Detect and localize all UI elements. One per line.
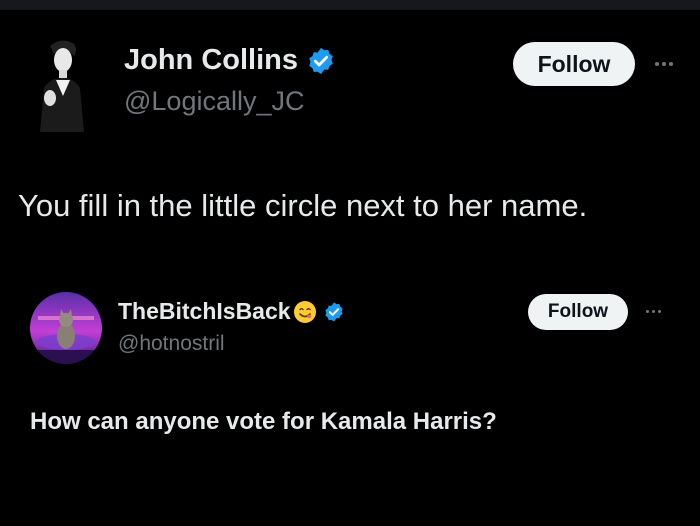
quoted-author-name-text: TheBitchIsBack: [118, 298, 291, 324]
author-handle[interactable]: @Logically_JC: [124, 86, 304, 117]
post-text: You fill in the little circle next to he…: [18, 188, 588, 223]
author-name-text: John Collins: [124, 44, 298, 76]
follow-button[interactable]: Follow: [513, 42, 635, 86]
top-edge-bar: [0, 0, 700, 10]
quoted-follow-button[interactable]: Follow: [528, 294, 628, 330]
quoted-author-name[interactable]: TheBitchIsBack: [118, 298, 345, 325]
author-name[interactable]: John Collins: [124, 44, 336, 77]
more-options-icon[interactable]: [640, 300, 666, 322]
smiling-face-emoji-icon: [293, 300, 317, 324]
quoted-author-handle[interactable]: @hotnostril: [118, 332, 225, 356]
verified-badge-icon: [306, 46, 336, 76]
more-options-icon[interactable]: [650, 52, 678, 76]
verified-badge-icon: [323, 301, 345, 323]
avatar[interactable]: [28, 36, 92, 132]
quoted-post-text: How can anyone vote for Kamala Harris?: [30, 408, 497, 435]
quoted-avatar[interactable]: [30, 292, 102, 364]
